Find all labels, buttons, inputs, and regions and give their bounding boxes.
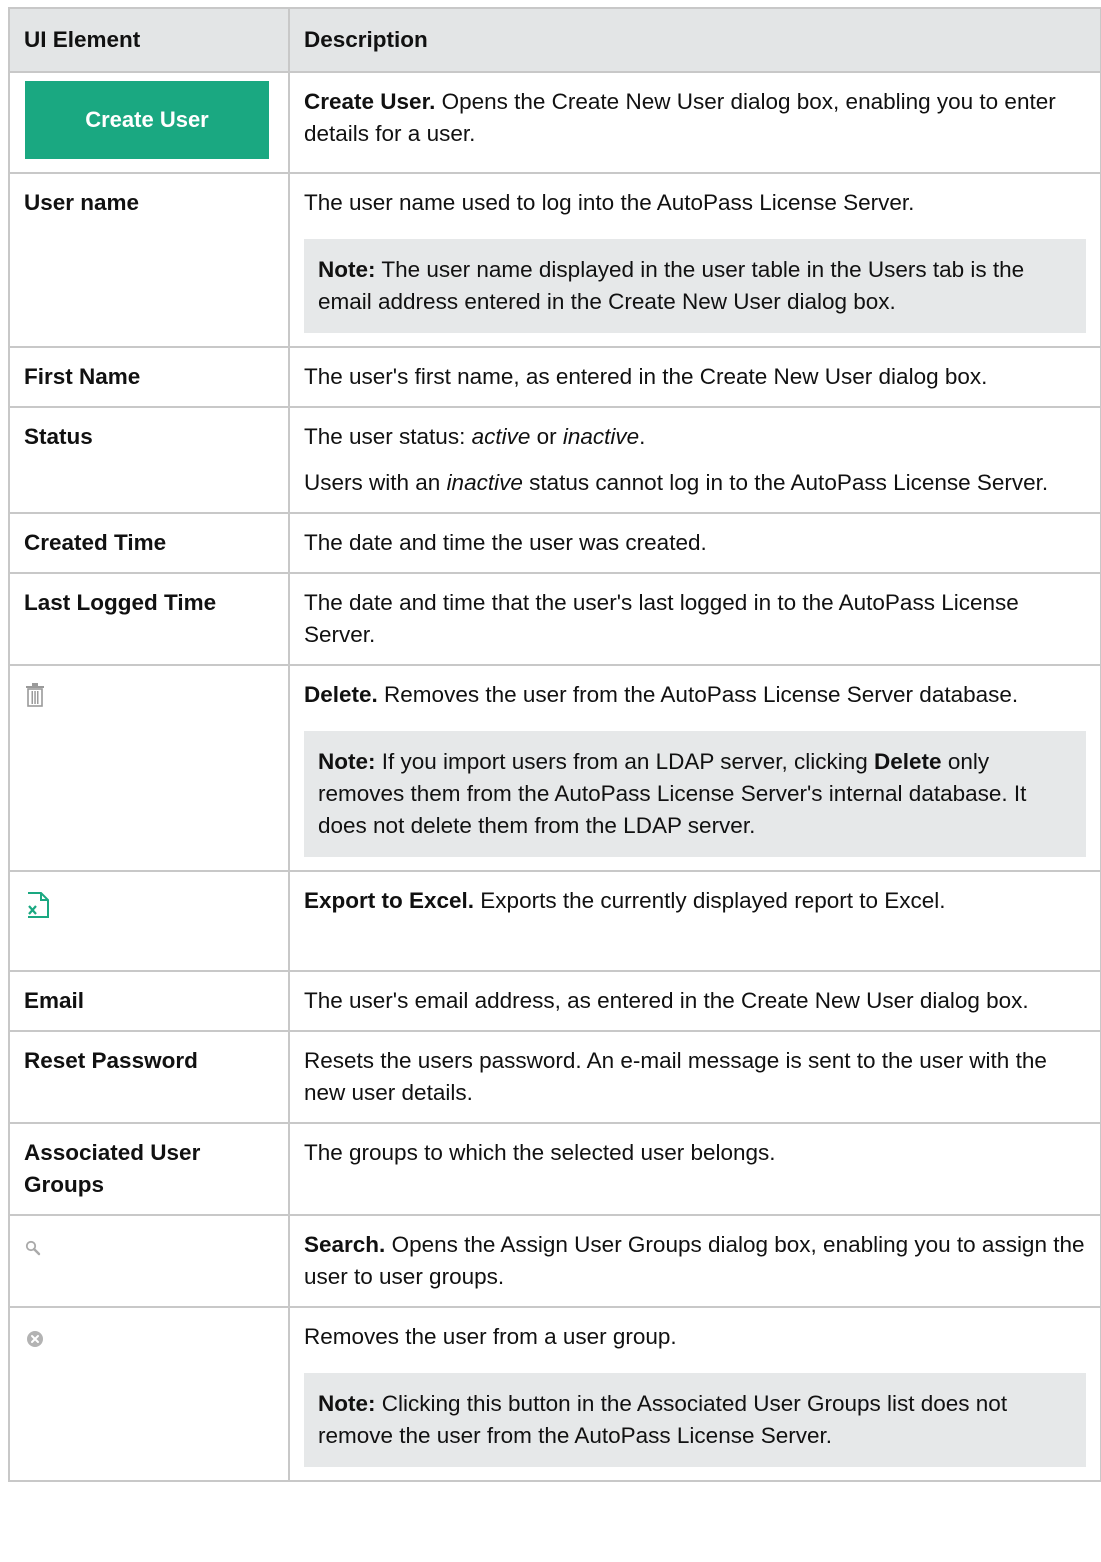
ui-element-label: Status bbox=[8, 406, 290, 514]
note-text: Clicking this button in the Associated U… bbox=[318, 1391, 1008, 1448]
description-cell: The user's email address, as entered in … bbox=[288, 970, 1101, 1032]
header-description: Description bbox=[288, 7, 1101, 73]
table-row: First Name The user's first name, as ent… bbox=[8, 346, 1101, 408]
ui-element-cell bbox=[8, 1214, 290, 1308]
table-row: Status The user status: active or inacti… bbox=[8, 406, 1101, 514]
note-box: Note: The user name displayed in the use… bbox=[304, 239, 1086, 333]
description-cell: Export to Excel. Exports the currently d… bbox=[288, 870, 1101, 972]
table-row: Reset Password Resets the users password… bbox=[8, 1030, 1101, 1124]
excel-export-icon[interactable] bbox=[26, 891, 50, 928]
table-row: Email The user's email address, as enter… bbox=[8, 970, 1101, 1032]
desc-text: Resets the users password. An e-mail mes… bbox=[304, 1048, 1047, 1105]
status-inactive: inactive bbox=[446, 470, 523, 495]
note-bold: Delete bbox=[874, 749, 942, 774]
table-row: Last Logged Time The date and time that … bbox=[8, 572, 1101, 666]
desc-text: Users with an bbox=[304, 470, 447, 495]
description-cell: The user's first name, as entered in the… bbox=[288, 346, 1101, 408]
status-inactive: inactive bbox=[562, 424, 640, 449]
note-box: Note: If you import users from an LDAP s… bbox=[304, 731, 1086, 857]
ui-element-cell bbox=[8, 1306, 290, 1482]
ui-element-label: User name bbox=[8, 172, 290, 348]
desc-text: Exports the currently displayed report t… bbox=[474, 888, 946, 913]
desc-text: The date and time that the user's last l… bbox=[304, 590, 1019, 647]
note-label: Note: bbox=[318, 749, 376, 774]
search-icon[interactable] bbox=[25, 1233, 41, 1265]
description-cell: The date and time that the user's last l… bbox=[288, 572, 1101, 666]
ui-element-label: Reset Password bbox=[8, 1030, 290, 1124]
remove-circle-icon[interactable] bbox=[26, 1325, 44, 1357]
note-box: Note: Clicking this button in the Associ… bbox=[304, 1373, 1086, 1467]
table-row: Export to Excel. Exports the currently d… bbox=[8, 870, 1101, 972]
table-row: Associated User Groups The groups to whi… bbox=[8, 1122, 1101, 1216]
desc-title: Create User. bbox=[304, 89, 436, 114]
ui-element-label: Created Time bbox=[8, 512, 290, 574]
description-cell: Create User. Opens the Create New User d… bbox=[288, 71, 1101, 174]
note-label: Note: bbox=[318, 257, 376, 282]
desc-text: The user name used to log into the AutoP… bbox=[304, 190, 915, 215]
desc-text: The user's email address, as entered in … bbox=[304, 988, 1029, 1013]
ui-element-label: Last Logged Time bbox=[8, 572, 290, 666]
table-row: Delete. Removes the user from the AutoPa… bbox=[8, 664, 1101, 872]
description-cell: Delete. Removes the user from the AutoPa… bbox=[288, 664, 1101, 872]
ui-element-cell bbox=[8, 664, 290, 872]
status-active: active bbox=[471, 424, 531, 449]
description-cell: The date and time the user was created. bbox=[288, 512, 1101, 574]
table-header-row: UI Element Description bbox=[8, 7, 1101, 73]
desc-text: . bbox=[639, 424, 646, 449]
desc-title: Search. bbox=[304, 1232, 386, 1257]
note-text: If you import users from an LDAP server,… bbox=[375, 749, 875, 774]
description-cell: The user status: active or inactive. Use… bbox=[288, 406, 1101, 514]
desc-text: The user's first name, as entered in the… bbox=[304, 364, 988, 389]
desc-title: Export to Excel. bbox=[304, 888, 475, 913]
desc-text: The groups to which the selected user be… bbox=[304, 1140, 776, 1165]
table-row: Search. Opens the Assign User Groups dia… bbox=[8, 1214, 1101, 1308]
ui-element-label: Associated User Groups bbox=[8, 1122, 290, 1216]
desc-text: Removes the user from the AutoPass Licen… bbox=[377, 682, 1019, 707]
ui-element-cell: Create User bbox=[8, 71, 290, 174]
ui-elements-table: UI Element Description Create User Creat… bbox=[8, 7, 1101, 1482]
desc-title: Delete. bbox=[304, 682, 378, 707]
note-label: Note: bbox=[318, 1391, 376, 1416]
ui-element-label: First Name bbox=[8, 346, 290, 408]
table-row: Create User Create User. Opens the Creat… bbox=[8, 71, 1101, 174]
desc-text: The user status: bbox=[304, 424, 472, 449]
desc-text: Opens the Assign User Groups dialog box,… bbox=[304, 1232, 1085, 1289]
desc-text: status cannot log in to the AutoPass Lic… bbox=[522, 470, 1049, 495]
header-ui-element: UI Element bbox=[8, 7, 290, 73]
table-row: Created Time The date and time the user … bbox=[8, 512, 1101, 574]
note-text: The user name displayed in the user tabl… bbox=[318, 257, 1025, 314]
table-row: Removes the user from a user group. Note… bbox=[8, 1306, 1101, 1482]
trash-icon[interactable] bbox=[26, 683, 44, 716]
description-cell: Resets the users password. An e-mail mes… bbox=[288, 1030, 1101, 1124]
desc-text: The date and time the user was created. bbox=[304, 530, 707, 555]
desc-text: or bbox=[530, 424, 563, 449]
create-user-button[interactable]: Create User bbox=[25, 81, 269, 159]
desc-text: Removes the user from a user group. bbox=[304, 1324, 677, 1349]
description-cell: Search. Opens the Assign User Groups dia… bbox=[288, 1214, 1101, 1308]
description-cell: The user name used to log into the AutoP… bbox=[288, 172, 1101, 348]
ui-element-cell bbox=[8, 870, 290, 972]
description-cell: Removes the user from a user group. Note… bbox=[288, 1306, 1101, 1482]
ui-element-label: Email bbox=[8, 970, 290, 1032]
table-row: User name The user name used to log into… bbox=[8, 172, 1101, 348]
description-cell: The groups to which the selected user be… bbox=[288, 1122, 1101, 1216]
